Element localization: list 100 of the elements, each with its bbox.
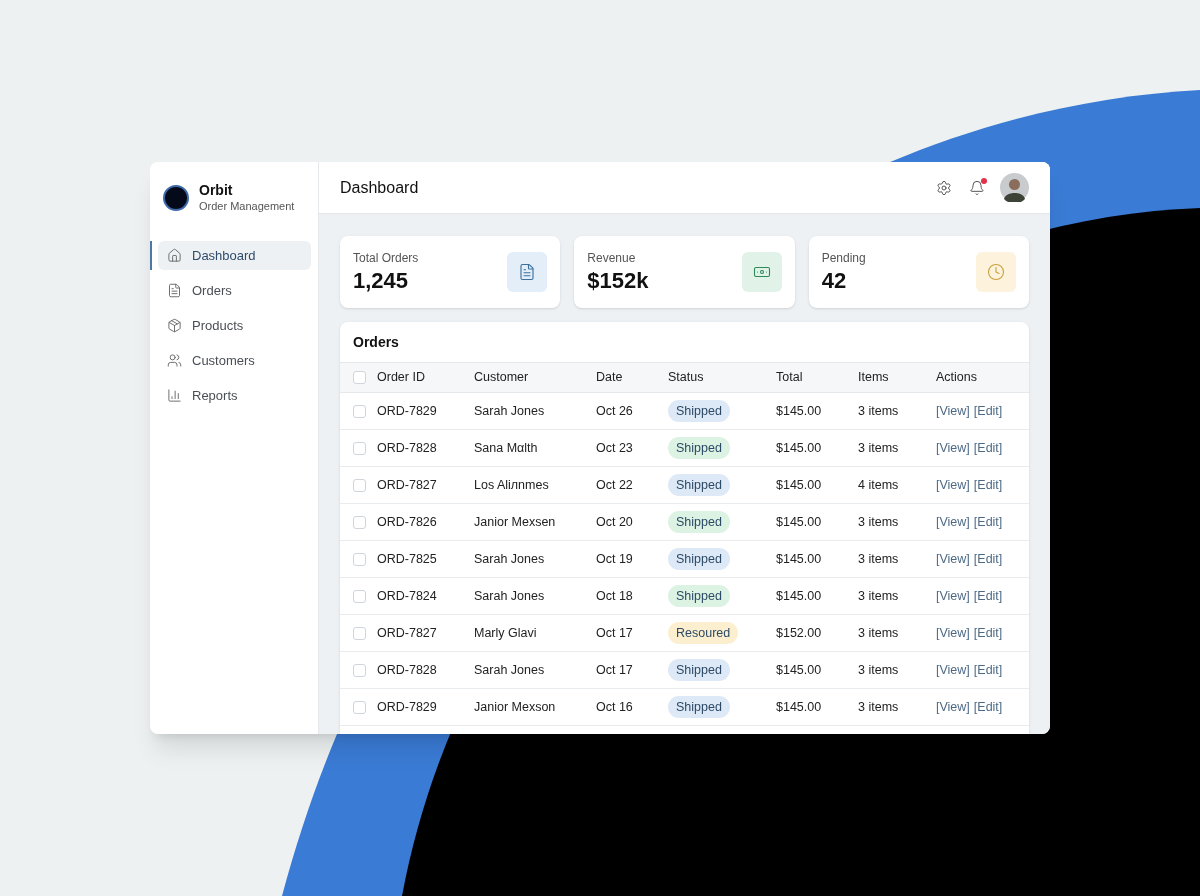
stat-label: Total Orders [353, 250, 419, 267]
sidebar-item[interactable]: Products [158, 311, 311, 340]
table-cell-text: Oct 18 [596, 587, 634, 605]
action-link[interactable]: [View] [936, 623, 970, 643]
table-cell-text: 3 items [858, 624, 900, 642]
stat-label: Pending [821, 250, 866, 267]
column-header: Date [596, 369, 624, 387]
action-link[interactable]: [View] [936, 660, 970, 680]
page-title: Dashboard [340, 177, 420, 198]
notifications-button[interactable] [969, 179, 985, 196]
action-link[interactable]: [Edit] [973, 697, 1003, 717]
table-cell-text: 3 items [858, 513, 900, 531]
row-checkbox[interactable] [353, 478, 366, 492]
status-badge: Shipped [668, 547, 730, 571]
action-link[interactable]: [Edit] [973, 660, 1003, 680]
action-link[interactable]: [Edit] [973, 623, 1003, 643]
stat-value: 42 [821, 267, 848, 295]
document-icon [167, 283, 182, 298]
table-cell-text: $145.00 [776, 587, 823, 605]
action-link[interactable]: [View] [936, 401, 970, 421]
action-link[interactable]: [Edit] [973, 549, 1003, 569]
box-icon [167, 318, 182, 333]
row-checkbox[interactable] [353, 515, 366, 529]
row-checkbox[interactable] [353, 441, 366, 455]
select-all-checkbox[interactable] [353, 371, 366, 384]
clock-icon [987, 263, 1005, 281]
action-link[interactable]: [View] [936, 586, 970, 606]
column-header: Order ID [377, 369, 426, 387]
action-link[interactable]: [Edit] [973, 586, 1003, 606]
table-cell-text: 3 items [858, 439, 900, 457]
sidebar-item[interactable]: Orders [158, 276, 311, 305]
table-cell-text: Sarah Jones [474, 550, 546, 568]
table-cell-text: ORD-7827 [377, 624, 438, 642]
table-cell-text: ORD-7825 [377, 550, 438, 568]
table-cell-text: 3 items [858, 661, 900, 679]
status-badge: Shipped [668, 436, 730, 460]
table-cell-text: Oct 19 [596, 550, 634, 568]
brand-subtitle: Order Management [199, 199, 295, 213]
table-cell-text: Oct 22 [596, 476, 634, 494]
column-header: Items [858, 369, 890, 387]
table-cell-text: 3 items [858, 698, 900, 716]
table-cell-text: 3 items [858, 402, 900, 420]
table-cell-text: ORD-7828 [377, 439, 438, 457]
sidebar-item[interactable]: Reports [158, 381, 311, 410]
status-badge: Shipped [668, 510, 730, 534]
table-cell-text: ORD-7827 [377, 476, 438, 494]
table-cell-text: Los Aliлnmes [474, 476, 550, 494]
stat-label: Revenue [587, 250, 637, 267]
row-checkbox[interactable] [353, 552, 366, 566]
table-cell-text: $145.00 [776, 550, 823, 568]
table-cell-text: Sarah Jones [474, 587, 546, 605]
action-link[interactable]: [Edit] [973, 438, 1003, 458]
status-badge: Shipped [668, 473, 730, 497]
row-checkbox[interactable] [353, 626, 366, 640]
action-link[interactable]: [Edit] [973, 475, 1003, 495]
action-link[interactable]: [Edit] [973, 401, 1003, 421]
table-cell-text: Sana Mαlth [474, 439, 539, 457]
status-badge: Shipped [668, 399, 730, 423]
action-link[interactable]: [View] [936, 475, 970, 495]
row-checkbox[interactable] [353, 404, 366, 418]
status-badge: Shipped [668, 584, 730, 608]
bar-chart-icon [167, 388, 182, 403]
action-link[interactable]: [View] [936, 697, 970, 717]
table-cell-text: Oct 26 [596, 402, 634, 420]
table-cell-text: ORD-7828 [377, 661, 438, 679]
action-link[interactable]: [Edit] [973, 512, 1003, 532]
users-icon [167, 353, 182, 368]
row-checkbox[interactable] [353, 663, 366, 677]
settings-button[interactable] [936, 179, 952, 196]
table-cell-text: 3 items [858, 587, 900, 605]
table-cell-text: ORD-7829 [377, 402, 438, 420]
status-badge: Shipped [668, 695, 730, 719]
table-cell-text: Oct 20 [596, 513, 634, 531]
action-link[interactable]: [View] [936, 512, 970, 532]
status-badge: Resoured [668, 621, 739, 645]
table-cell-text: 3 items [858, 550, 900, 568]
table-cell-text: ORD-7829 [377, 698, 438, 716]
column-header: Status [668, 369, 705, 387]
sidebar-item[interactable]: Dashboard [158, 241, 311, 270]
home-icon [167, 248, 182, 263]
table-cell-text: Janior Mexsen [474, 513, 557, 531]
column-header: Total [776, 369, 804, 387]
table-cell-text: Janior Mexson [474, 698, 557, 716]
avatar[interactable] [1000, 173, 1029, 202]
column-header: Customer [474, 369, 530, 387]
table-cell-text: Sarah Jones [474, 661, 546, 679]
sidebar-item[interactable]: Customers [158, 346, 311, 375]
table-cell-text: $145.00 [776, 476, 823, 494]
table-cell-text: Marly Glavi [474, 624, 538, 642]
status-badge: Shipped [668, 658, 730, 682]
table-cell-text: Oct 16 [596, 698, 634, 716]
action-link[interactable]: [View] [936, 438, 970, 458]
row-checkbox[interactable] [353, 700, 366, 714]
table-cell-text: $145.00 [776, 439, 823, 457]
action-link[interactable]: [View] [936, 549, 970, 569]
brand-name: Orbit [199, 182, 234, 199]
row-checkbox[interactable] [353, 589, 366, 603]
document-icon [518, 263, 537, 281]
table-cell-text: Oct 17 [596, 624, 634, 642]
table-cell-text: $152.00 [776, 624, 823, 642]
